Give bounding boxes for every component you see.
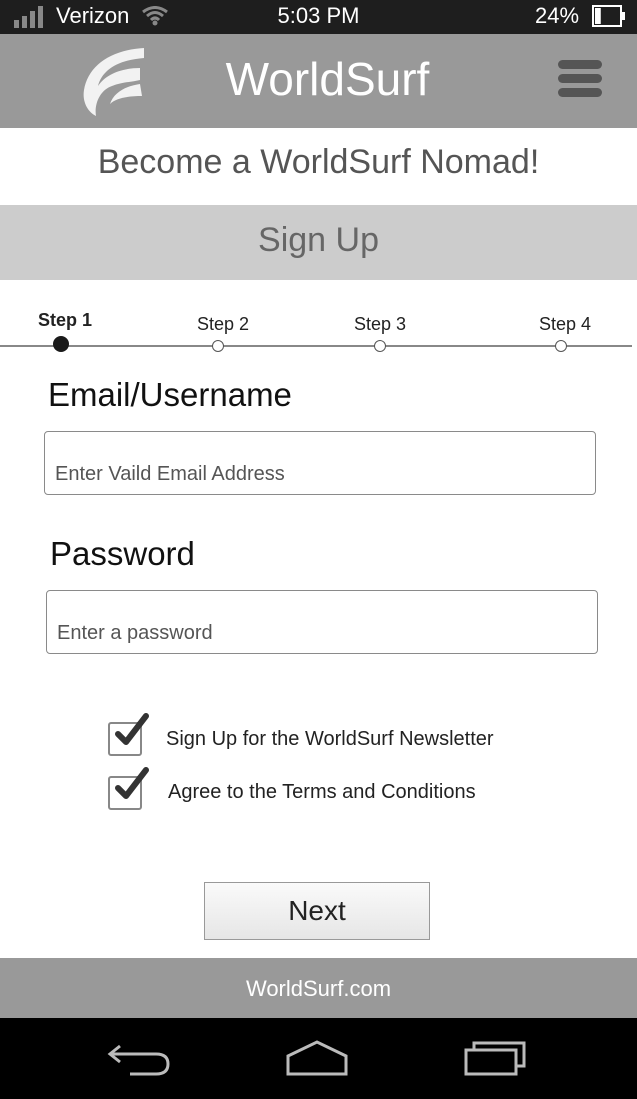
footer-link[interactable]: WorldSurf.com: [0, 976, 637, 1002]
battery-percent: 24%: [535, 3, 580, 28]
newsletter-label: Sign Up for the WorldSurf Newsletter: [166, 728, 494, 750]
next-button[interactable]: Next: [204, 882, 430, 940]
terms-label: Agree to the Terms and Conditions: [168, 781, 476, 803]
checkmark-icon: [115, 713, 149, 745]
newsletter-checkbox[interactable]: [108, 713, 149, 756]
android-nav-bar: [0, 1018, 637, 1099]
email-label: Email/Username: [48, 376, 292, 413]
step-2-indicator: [212, 340, 224, 352]
recent-apps-icon[interactable]: [462, 1038, 528, 1078]
terms-checkbox[interactable]: [108, 767, 149, 810]
step-1-indicator: [53, 336, 69, 352]
step-3-label: Step 3: [354, 314, 407, 334]
app-title: WorldSurf: [225, 53, 430, 105]
step-4-indicator: [555, 340, 567, 352]
footer: WorldSurf.com: [0, 958, 637, 1018]
app-header: WorldSurf: [0, 34, 637, 128]
hamburger-menu-icon[interactable]: [558, 60, 602, 104]
step-4-label: Step 4: [539, 314, 592, 334]
battery-icon: [592, 5, 625, 27]
section-bar: Sign Up: [0, 205, 637, 280]
checkmark-icon: [115, 767, 149, 799]
status-bar: Verizon 5:03 PM 24%: [0, 0, 637, 34]
email-input[interactable]: [44, 431, 596, 495]
tagline: Become a WorldSurf Nomad!: [97, 143, 540, 181]
back-icon[interactable]: [106, 1038, 172, 1078]
password-input[interactable]: [46, 590, 598, 654]
section-title: Sign Up: [258, 221, 379, 259]
stepper-line: [0, 345, 632, 347]
step-1-label: Step 1: [38, 310, 93, 330]
password-label: Password: [50, 535, 195, 572]
step-3-indicator: [374, 340, 386, 352]
step-2-label: Step 2: [197, 314, 250, 334]
home-icon[interactable]: [284, 1038, 350, 1078]
